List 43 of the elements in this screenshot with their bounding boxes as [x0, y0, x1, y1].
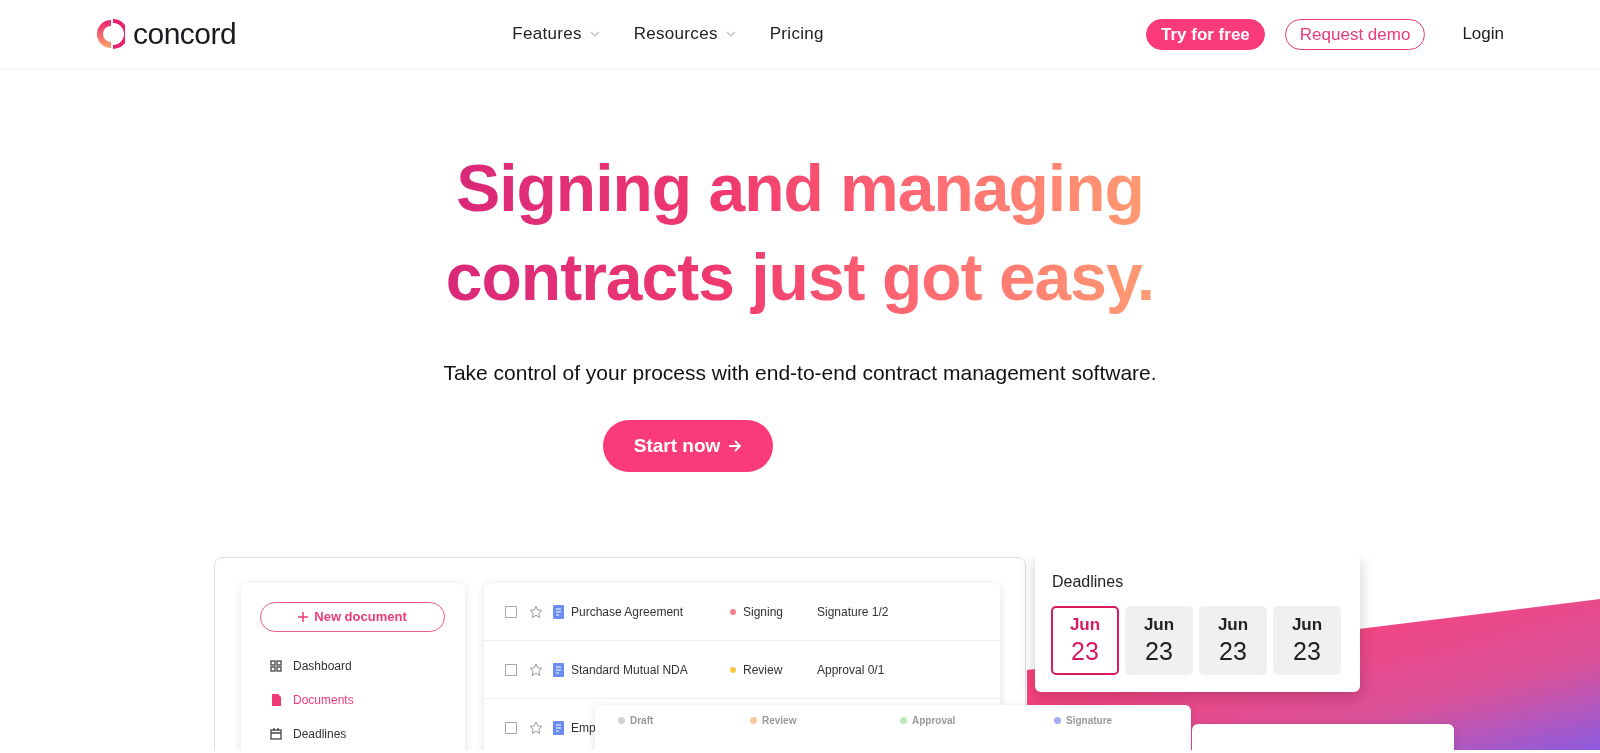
chevron-down-icon: [589, 31, 600, 37]
sidebar-item[interactable]: Documents: [241, 683, 465, 717]
document-icon: [270, 694, 282, 706]
request-demo-button[interactable]: Request demo: [1284, 18, 1426, 50]
try-free-button[interactable]: Try for free: [1146, 18, 1265, 50]
progress-label: Approval 0/1: [817, 661, 885, 679]
nav-link[interactable]: Features: [512, 21, 600, 47]
sidebar-item[interactable]: Dashboard: [241, 649, 465, 683]
status-label: Review: [743, 661, 784, 679]
login-link[interactable]: Login: [1462, 21, 1504, 47]
logo-text: concord: [133, 19, 237, 49]
document-name[interactable]: Purchase Agreement: [571, 602, 721, 621]
nav-link[interactable]: Pricing: [769, 21, 824, 47]
document-icon: [553, 720, 564, 735]
checkbox[interactable]: [505, 605, 517, 618]
stage-label: Draft: [630, 714, 654, 728]
calendar-icon: [270, 728, 282, 740]
date-tile[interactable]: Jun 23: [1273, 606, 1341, 675]
date-tile[interactable]: Jun 23: [1125, 606, 1193, 675]
stage-label: Approval: [912, 714, 956, 728]
plus-icon: [298, 612, 309, 622]
subtitle: Take control of your process with end-to-end contract management software.: [442, 360, 1158, 386]
stage-label: Review: [762, 714, 797, 728]
document-name[interactable]: Emp: [571, 718, 596, 737]
sidebar-item[interactable]: Deadlines: [241, 717, 465, 750]
start-now-button[interactable]: Start now: [603, 420, 773, 472]
chevron-down-icon: [725, 31, 736, 37]
nav-link[interactable]: Resources: [633, 21, 736, 47]
logo-icon: [97, 17, 125, 51]
date-tile[interactable]: Jun 23: [1051, 606, 1119, 675]
dashboard-icon: [270, 660, 282, 672]
document-icon: [553, 662, 564, 677]
arrow-right-icon: [728, 440, 743, 452]
new-document-button[interactable]: New document: [260, 602, 445, 632]
checkbox[interactable]: [505, 721, 517, 734]
document-icon: [553, 604, 564, 619]
checkbox[interactable]: [505, 663, 517, 676]
document-name[interactable]: Standard Mutual NDA: [571, 660, 721, 679]
status-label: Signing: [743, 603, 785, 621]
date-tile[interactable]: Jun 23: [1199, 606, 1267, 675]
progress-label: Signature 1/2: [817, 603, 889, 621]
deadlines-title: Deadlines: [1051, 572, 1125, 592]
stage-label: Signature: [1066, 714, 1113, 728]
